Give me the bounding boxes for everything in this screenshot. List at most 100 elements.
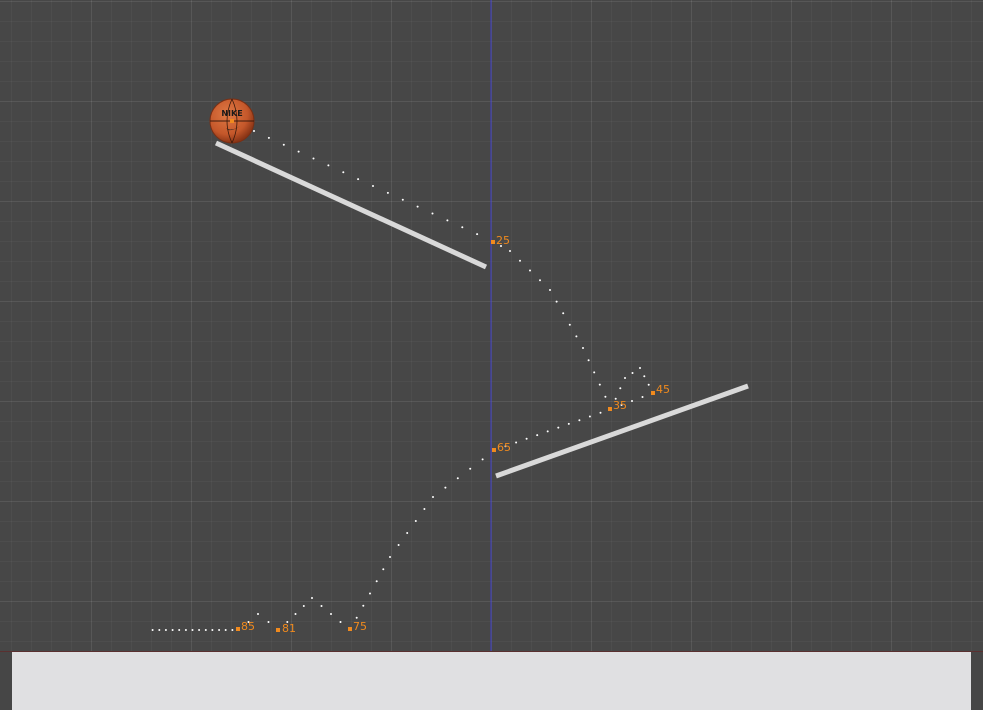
motion-path-dot xyxy=(355,616,358,619)
motion-path-dot xyxy=(294,613,297,615)
motion-path-dot xyxy=(549,289,551,291)
motion-path-dot xyxy=(267,621,270,623)
motion-path-dot xyxy=(639,367,641,369)
keyframe-label: 25 xyxy=(496,234,510,247)
motion-path-dot xyxy=(382,568,385,571)
motion-path xyxy=(151,130,654,631)
upper-ramp[interactable] xyxy=(214,140,488,270)
keyframe-35[interactable]: 35 xyxy=(608,399,627,412)
keyframe-45[interactable]: 45 xyxy=(651,383,670,396)
keyframe-81[interactable]: 81 xyxy=(276,622,296,635)
motion-path-dot xyxy=(604,395,607,398)
motion-path-dot xyxy=(598,383,601,386)
motion-path-dot xyxy=(218,629,221,631)
motion-path-dot xyxy=(327,164,330,167)
motion-path-dot xyxy=(357,178,360,181)
motion-path-dot xyxy=(397,544,400,546)
motion-path-dot xyxy=(593,371,596,374)
motion-path-dot xyxy=(469,467,472,470)
motion-path-dot xyxy=(164,629,167,631)
motion-path-dot xyxy=(267,136,270,139)
keyframe-label: 45 xyxy=(656,383,670,396)
motion-path-dot xyxy=(311,597,313,599)
motion-path-dot xyxy=(386,191,389,194)
keyframe-label: 85 xyxy=(241,620,255,633)
motion-path-dot xyxy=(588,415,591,418)
motion-path-dot xyxy=(191,629,194,631)
motion-path-dot xyxy=(369,592,371,595)
motion-path-dot xyxy=(509,250,511,252)
motion-path-dot xyxy=(416,205,419,208)
motion-path-dot xyxy=(297,150,300,153)
motion-path-dot xyxy=(631,372,634,374)
motion-path-dot xyxy=(515,441,518,444)
motion-path-dot xyxy=(578,419,581,422)
motion-path-dot xyxy=(151,629,154,631)
motion-path-dot xyxy=(519,259,521,262)
motion-path-dot xyxy=(555,300,558,303)
motion-path-dot xyxy=(461,226,464,229)
motion-path-dot xyxy=(414,520,417,522)
scene-canvas[interactable]: 25 35 45 65 75 81 85 NIKE xyxy=(0,0,983,652)
motion-path-dot xyxy=(481,458,484,461)
motion-path-dot xyxy=(582,347,584,349)
motion-path-dot xyxy=(446,219,449,222)
motion-path-dot xyxy=(320,605,323,607)
motion-path-dot xyxy=(539,279,541,282)
motion-path-dot xyxy=(456,477,459,480)
motion-path-dot xyxy=(375,580,378,583)
motion-path-dot xyxy=(362,604,365,607)
motion-path-dot xyxy=(631,400,633,402)
motion-path-dot xyxy=(562,312,565,315)
keyframe-65[interactable]: 65 xyxy=(492,441,511,454)
motion-path-dot xyxy=(529,269,531,272)
motion-path-dot xyxy=(198,629,201,631)
motion-path-dot xyxy=(211,629,214,631)
motion-path-dot xyxy=(204,629,207,631)
motion-path-dot xyxy=(339,621,342,623)
motion-path-dot xyxy=(257,613,259,615)
motion-path-dot xyxy=(312,157,315,160)
keyframe-label: 65 xyxy=(497,441,511,454)
motion-path-dot xyxy=(525,437,528,440)
3d-viewport[interactable]: 25 35 45 65 75 81 85 NIKE xyxy=(0,0,983,652)
motion-path-dot xyxy=(158,629,161,631)
motion-path-dot xyxy=(431,212,434,215)
motion-path-dot xyxy=(178,629,181,631)
motion-path-dot xyxy=(624,377,626,379)
motion-path-dot xyxy=(282,143,285,146)
keyframe-label: 75 xyxy=(353,620,367,633)
motion-path-dot xyxy=(587,359,590,362)
motion-path-dot xyxy=(599,411,602,414)
motion-path-dot xyxy=(184,629,187,631)
motion-path-dot xyxy=(647,383,650,386)
ground-plane[interactable] xyxy=(12,652,971,710)
basketball[interactable]: NIKE xyxy=(209,98,255,144)
motion-path-dot xyxy=(406,532,409,534)
motion-path-dot xyxy=(423,508,426,510)
motion-path-dot xyxy=(567,422,570,425)
motion-path-dot xyxy=(401,198,404,201)
keyframe-75[interactable]: 75 xyxy=(348,620,367,633)
keyframe-label: 81 xyxy=(282,622,296,635)
motion-path-dot xyxy=(171,629,174,631)
motion-path-dot xyxy=(536,434,539,437)
keyframe-85[interactable]: 85 xyxy=(236,620,255,633)
motion-path-dot xyxy=(389,556,391,558)
motion-path-dot xyxy=(231,629,234,631)
motion-path-dot xyxy=(432,496,434,498)
motion-path-dot xyxy=(372,185,374,187)
motion-path-dot xyxy=(342,171,345,174)
motion-path-dot xyxy=(557,426,560,429)
ball-brand-text: NIKE xyxy=(221,109,242,118)
motion-path-dot xyxy=(302,605,305,607)
motion-path-dot xyxy=(643,375,646,378)
keyframe-25[interactable]: 25 xyxy=(491,234,510,247)
motion-path-dot xyxy=(330,613,332,615)
motion-path-dot xyxy=(253,130,255,132)
ball-origin-marker xyxy=(230,119,234,123)
motion-path-dot xyxy=(444,486,447,489)
motion-path-dot xyxy=(568,323,571,326)
motion-path-dot xyxy=(575,335,578,338)
motion-path-dot xyxy=(546,430,549,433)
